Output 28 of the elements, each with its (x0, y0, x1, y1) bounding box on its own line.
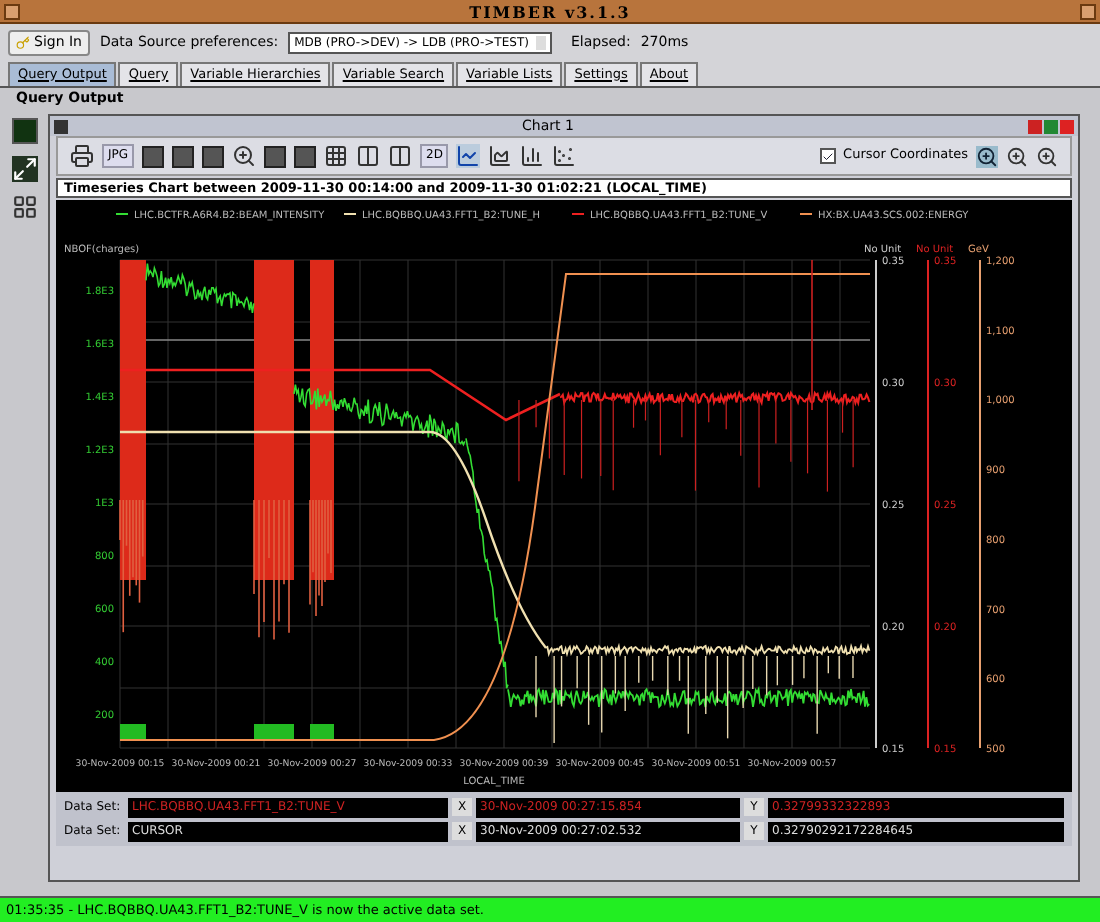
columns-icon[interactable] (388, 144, 413, 168)
cursor-coordinates-checkbox[interactable] (819, 148, 836, 164)
square-icon[interactable] (142, 145, 165, 167)
restore-button[interactable] (1043, 119, 1058, 133)
line-chart-icon[interactable] (456, 144, 481, 168)
grid-icon[interactable] (324, 144, 349, 168)
panel-icon[interactable] (11, 118, 37, 144)
square-icon[interactable] (202, 145, 225, 167)
columns-icon[interactable] (356, 144, 381, 168)
window-menu-button[interactable] (4, 3, 20, 19)
zoom-in-icon[interactable] (1006, 145, 1028, 167)
key-icon (16, 35, 30, 49)
square-icon[interactable] (294, 145, 317, 167)
zoom-in-icon[interactable] (976, 145, 998, 167)
minimize-button[interactable] (1027, 119, 1042, 133)
tile-icon[interactable] (11, 194, 37, 220)
square-icon[interactable] (264, 145, 287, 167)
resize-icon[interactable] (11, 156, 37, 182)
window-menu-button[interactable] (54, 119, 68, 133)
print-icon[interactable] (70, 144, 94, 168)
area-chart-icon[interactable] (488, 144, 513, 168)
scatter-chart-icon[interactable] (552, 144, 577, 168)
bar-chart-icon[interactable] (520, 144, 545, 168)
square-icon[interactable] (172, 145, 195, 167)
maximize-button[interactable] (1079, 3, 1096, 19)
close-button[interactable] (1059, 119, 1074, 133)
zoom-icon[interactable] (232, 144, 257, 168)
window-title: TIMBER v3.1.3 (469, 0, 631, 23)
